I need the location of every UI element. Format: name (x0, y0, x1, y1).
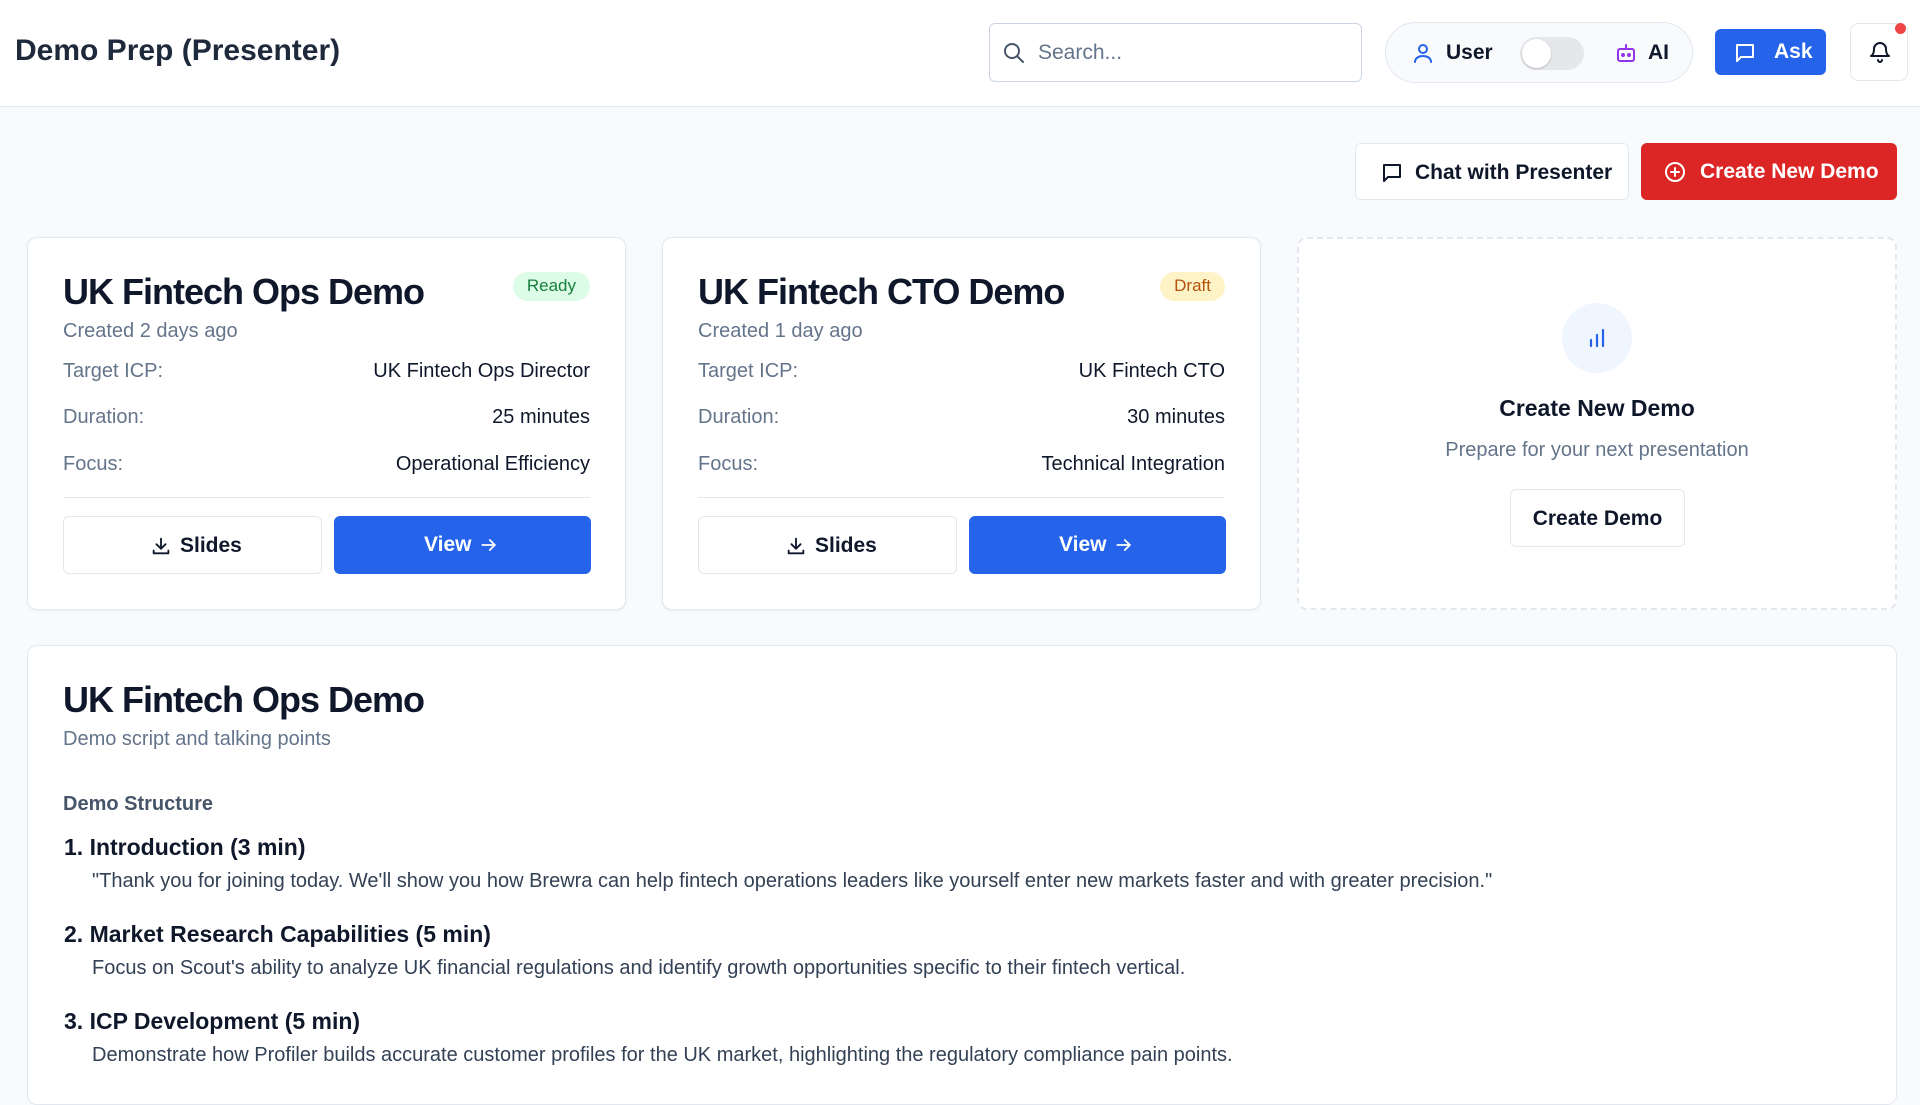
list-item: 3. ICP Development (5 min) Demonstrate h… (64, 1008, 1233, 1067)
duration-value: 25 minutes (492, 406, 590, 428)
create-demo-button[interactable]: Create Demo (1510, 489, 1685, 547)
duration-label: Duration: (698, 406, 780, 428)
top-header: Demo Prep (Presenter) User AI Ask (0, 0, 1920, 107)
card-created: Created 2 days ago (63, 320, 238, 342)
list-item: 1. Introduction (3 min) "Thank you for j… (64, 834, 1492, 893)
demo-script-panel: UK Fintech Ops Demo Demo script and talk… (27, 645, 1897, 1105)
target-icp-label: Target ICP: (698, 360, 799, 382)
card-title: UK Fintech CTO Demo (698, 271, 1065, 312)
slides-button[interactable]: Slides (698, 516, 957, 574)
focus-value: Operational Efficiency (395, 453, 590, 475)
step-heading: 3. ICP Development (5 min) (64, 1008, 361, 1034)
slides-label: Slides (815, 534, 877, 557)
focus-value: Technical Integration (1041, 453, 1225, 475)
create-new-label: Create New Demo (1700, 160, 1879, 183)
step-heading: 2. Market Research Capabilities (5 min) (64, 921, 491, 947)
target-icp-value: UK Fintech CTO (1078, 360, 1225, 382)
mode-switch: User AI (1385, 22, 1693, 83)
status-badge: Ready (512, 272, 590, 301)
message-icon (1736, 44, 1754, 62)
search-box[interactable] (989, 23, 1362, 82)
divider (698, 497, 1225, 498)
mode-user-label: User (1446, 41, 1493, 64)
mode-ai-label: AI (1648, 41, 1669, 64)
download-icon (152, 537, 170, 555)
script-subtitle: Demo script and talking points (63, 728, 331, 750)
view-label: View (1059, 533, 1107, 556)
placeholder-title: Create New Demo (1499, 395, 1695, 421)
search-icon (1004, 43, 1024, 63)
ask-button[interactable]: Ask (1715, 29, 1826, 75)
arrow-right-icon (1116, 539, 1131, 551)
slides-label: Slides (180, 534, 242, 557)
download-icon (787, 537, 805, 555)
view-button[interactable]: View (969, 516, 1226, 574)
plus-circle-icon (1665, 162, 1685, 182)
chat-with-presenter-button[interactable]: Chat with Presenter (1355, 143, 1629, 200)
arrow-right-icon (481, 539, 496, 551)
divider (63, 497, 590, 498)
mode-toggle[interactable] (1520, 37, 1584, 70)
structure-label: Demo Structure (63, 793, 214, 815)
duration-label: Duration: (63, 406, 145, 428)
demo-card: UK Fintech Ops Demo Ready Created 2 days… (27, 237, 626, 610)
user-icon (1414, 44, 1432, 63)
script-title: UK Fintech Ops Demo (63, 679, 425, 720)
card-title: UK Fintech Ops Demo (63, 271, 425, 312)
page-title: Demo Prep (Presenter) (15, 34, 341, 67)
step-heading: 1. Introduction (3 min) (64, 834, 306, 860)
duration-value: 30 minutes (1127, 406, 1225, 428)
list-item: 2. Market Research Capabilities (5 min) … (64, 921, 1185, 980)
status-badge: Draft (1160, 272, 1225, 301)
message-icon (1383, 164, 1401, 182)
focus-label: Focus: (63, 453, 124, 475)
focus-label: Focus: (698, 453, 759, 475)
target-icp-value: UK Fintech Ops Director (373, 360, 590, 382)
chart-bar-icon (1589, 328, 1605, 348)
ask-label: Ask (1774, 40, 1813, 63)
notification-dot (1895, 23, 1906, 34)
toggle-knob (1522, 39, 1551, 68)
search-input[interactable] (1038, 34, 1348, 72)
create-new-demo-button[interactable]: Create New Demo (1641, 143, 1897, 200)
bell-icon (1870, 42, 1890, 63)
create-demo-label: Create Demo (1532, 507, 1663, 530)
target-icp-label: Target ICP: (63, 360, 164, 382)
view-label: View (424, 533, 472, 556)
bot-icon (1617, 44, 1635, 62)
view-button[interactable]: View (334, 516, 591, 574)
demo-card: UK Fintech CTO Demo Draft Created 1 day … (662, 237, 1261, 610)
step-text: Focus on Scout's ability to analyze UK f… (92, 957, 1186, 979)
slides-button[interactable]: Slides (63, 516, 322, 574)
card-created: Created 1 day ago (698, 320, 863, 342)
step-text: Demonstrate how Profiler builds accurate… (92, 1044, 1233, 1066)
placeholder-subtitle: Prepare for your next presentation (1445, 439, 1749, 461)
step-text: "Thank you for joining today. We'll show… (92, 870, 1493, 892)
chart-bar-icon-wrapper (1562, 303, 1632, 373)
chat-label: Chat with Presenter (1415, 161, 1613, 184)
create-demo-placeholder-card: Create New Demo Prepare for your next pr… (1297, 237, 1897, 610)
